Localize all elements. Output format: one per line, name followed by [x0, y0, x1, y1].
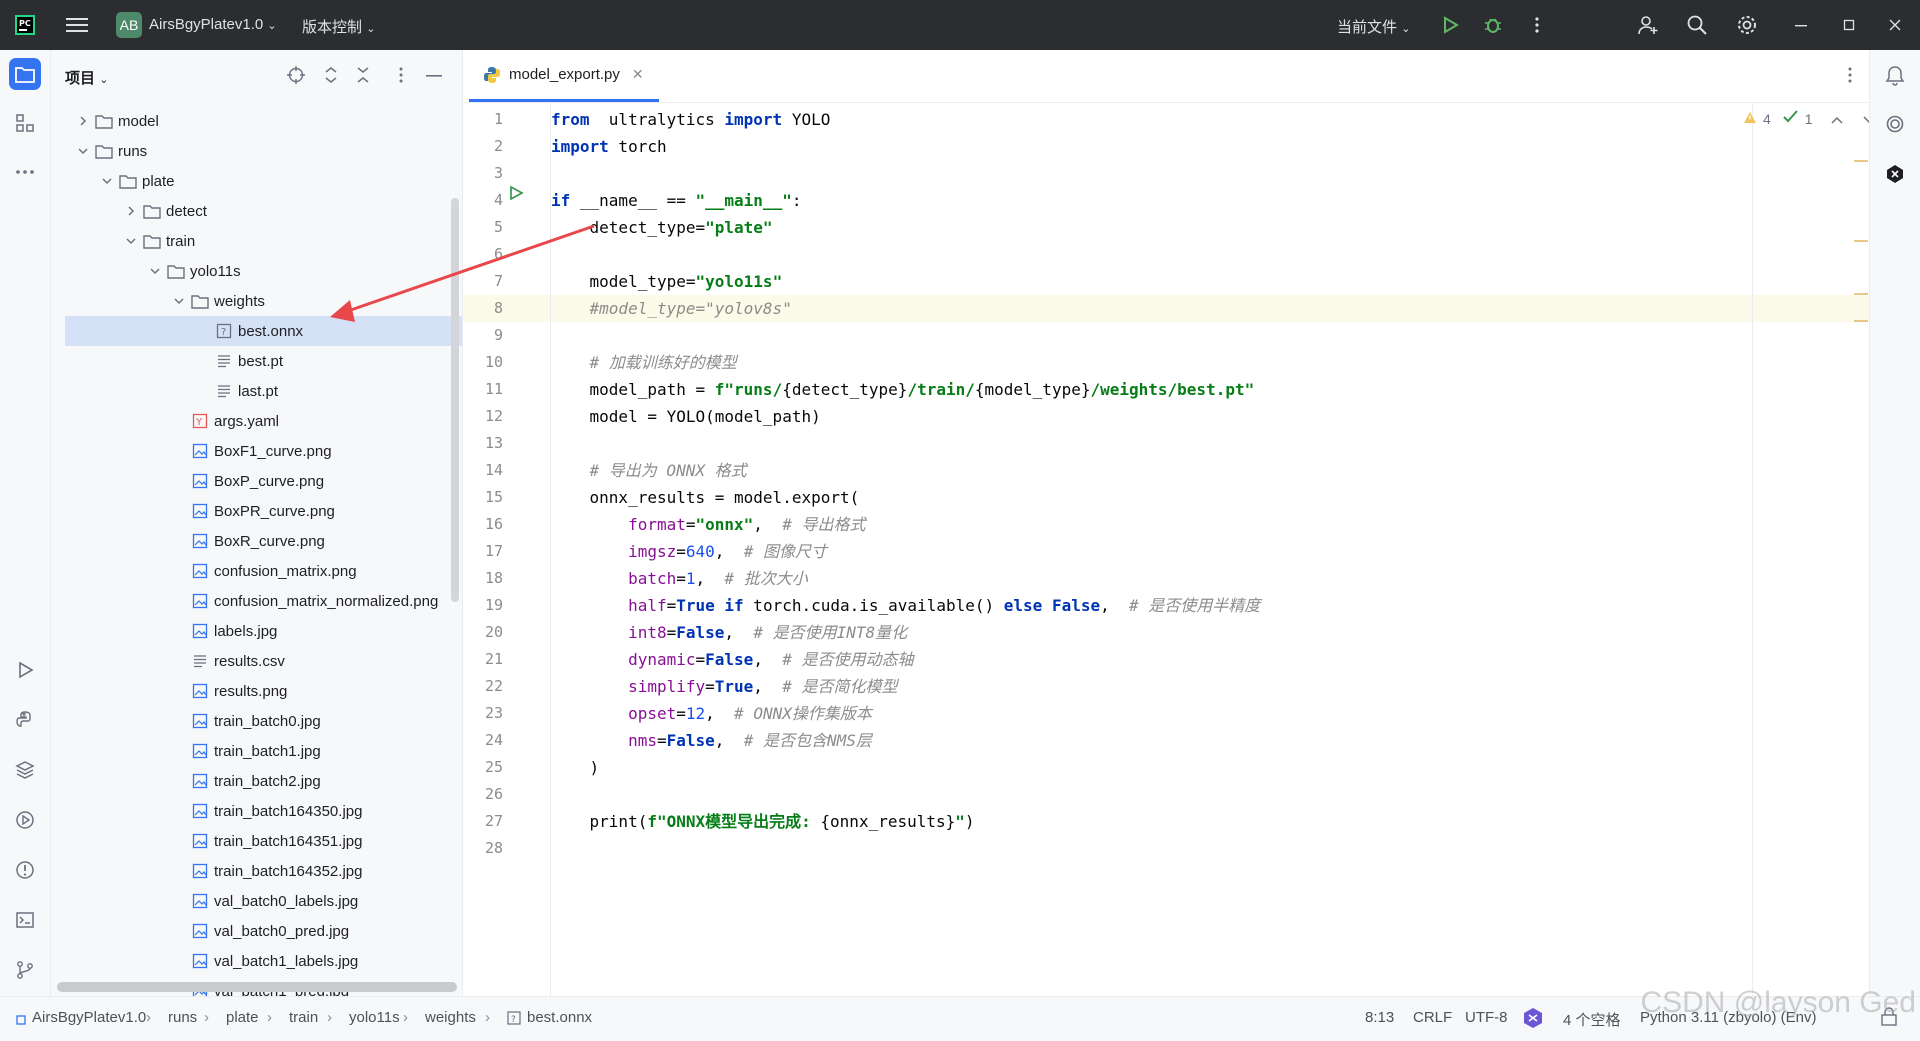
- breadcrumb-separator: ›: [327, 1009, 332, 1026]
- file-encoding[interactable]: UTF-8: [1465, 1009, 1508, 1026]
- breadcrumb-item[interactable]: yolo11s: [349, 1009, 400, 1026]
- breadcrumb-separator: ›: [146, 1009, 151, 1026]
- status-bar: AirsBgyPlatev1.0 › runs › plate › train › yolo11…: [0, 996, 1920, 1041]
- breadcrumb-item[interactable]: best.onnx: [527, 1009, 592, 1026]
- svg-text:?: ?: [511, 1015, 516, 1025]
- line-separator[interactable]: CRLF: [1413, 1009, 1452, 1026]
- breadcrumb-item[interactable]: AirsBgyPlatev1.0: [32, 1009, 146, 1026]
- plugin-status-icon[interactable]: [1522, 1007, 1544, 1033]
- watermark: CSDN @layson Ged: [1640, 986, 1916, 1019]
- breadcrumb-item[interactable]: plate: [226, 1009, 259, 1026]
- breadcrumb-item[interactable]: weights: [425, 1009, 476, 1026]
- breadcrumb-separator: ›: [485, 1009, 490, 1026]
- breadcrumb-item[interactable]: train: [289, 1009, 318, 1026]
- breadcrumb-separator: ›: [204, 1009, 209, 1026]
- module-icon: [16, 1012, 26, 1029]
- breadcrumb-item[interactable]: runs: [168, 1009, 197, 1026]
- breadcrumb-separator: ›: [267, 1009, 272, 1026]
- indent-setting[interactable]: 4 个空格: [1563, 1009, 1621, 1030]
- breadcrumb-separator: ›: [403, 1009, 408, 1026]
- caret-position[interactable]: 8:13: [1365, 1009, 1394, 1026]
- annotation-arrow: [330, 224, 595, 322]
- unknown-file-icon: ?: [507, 1011, 521, 1029]
